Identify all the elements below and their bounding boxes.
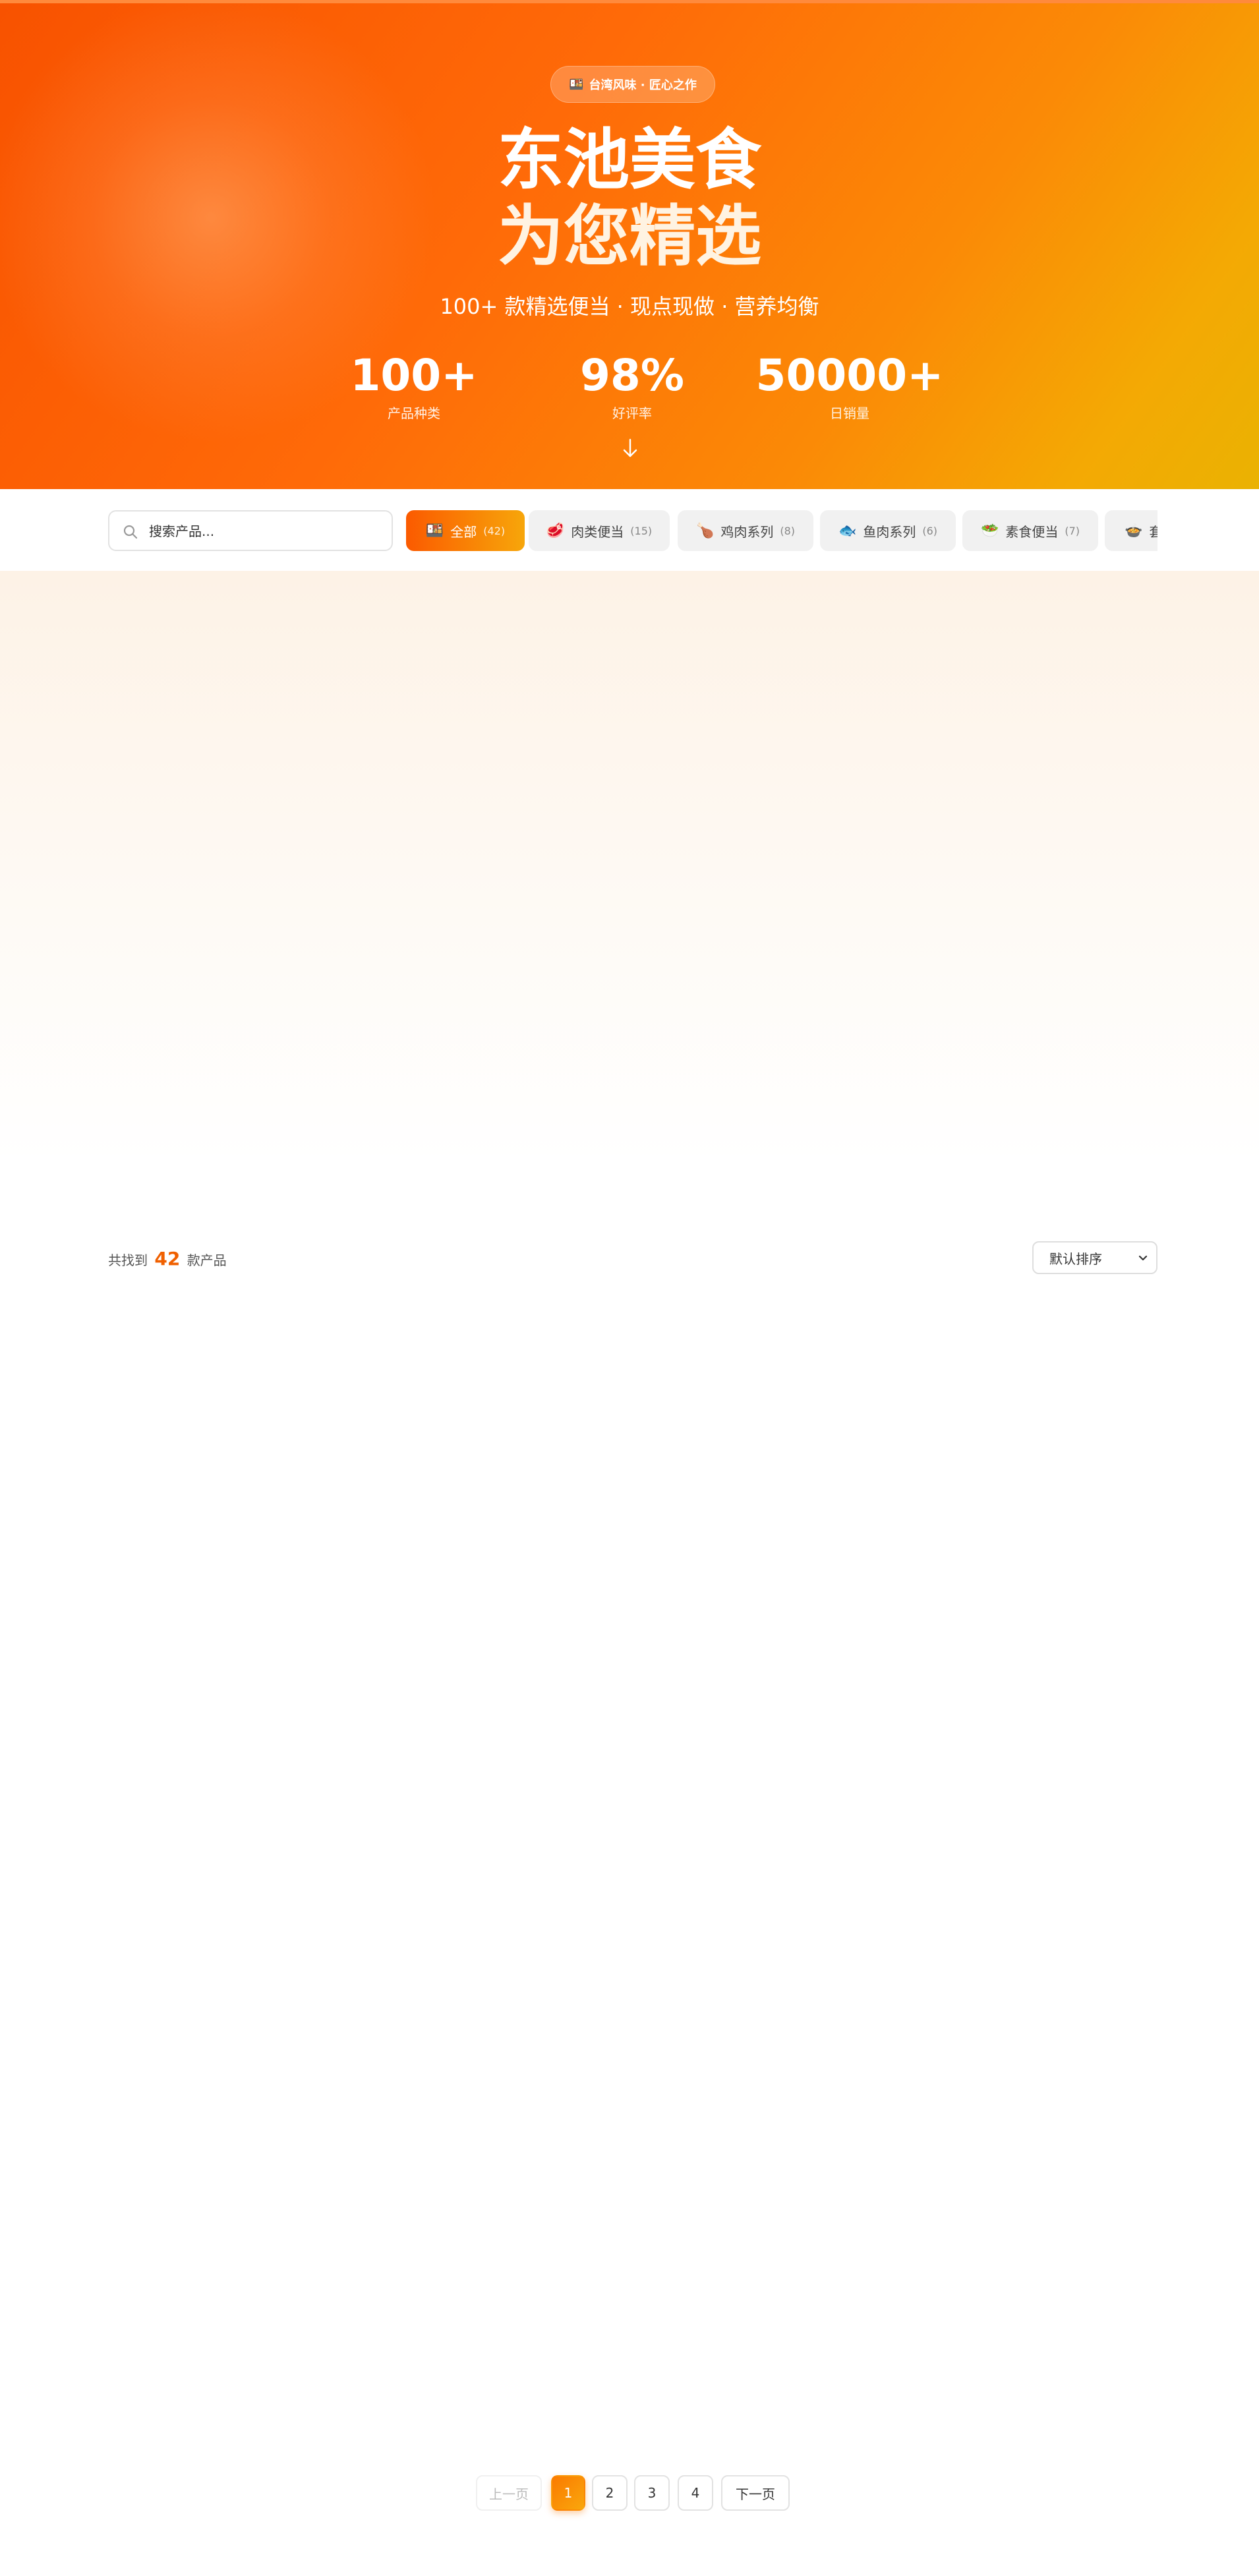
hero-subtitle: 100+ 款精选便当 · 现点现做 · 营养均衡 (440, 294, 819, 319)
arrow-down-icon[interactable] (623, 438, 637, 458)
result-suffix: 款产品 (187, 1252, 227, 1268)
meat-icon: 🥩 (546, 522, 565, 539)
stat-label: 好评率 (612, 405, 652, 421)
hero-title-line1: 东池美食 (498, 121, 761, 198)
hero-title-line2: 为您精选 (498, 198, 761, 275)
hero-title: 东池美食 为您精选 (0, 122, 1259, 275)
chicken-leg-icon: 🍗 (695, 522, 715, 539)
stat-value: 98% (580, 350, 684, 401)
result-prefix: 共找到 (108, 1252, 148, 1268)
category-count: (8) (780, 524, 796, 537)
sort-select[interactable]: 默认排序 (1032, 1241, 1157, 1274)
category-count: (6) (922, 524, 938, 537)
hero-section: 🍱 台湾风味 · 匠心之作 东池美食 为您精选 100+ 款精选便当 · 现点现… (0, 0, 1259, 489)
category-label: 全部 (450, 523, 477, 540)
bento-icon: 🍱 (425, 522, 444, 539)
category-tab-meat[interactable]: 🥩 肉类便当 (15) (529, 510, 670, 551)
category-label: 素食便当 (1005, 523, 1059, 540)
bento-icon: 🍱 (569, 77, 584, 92)
hero-badge-text: 台湾风味 · 匠心之作 (589, 78, 697, 92)
content-banner (0, 571, 1259, 1164)
search-box (108, 510, 393, 551)
fish-icon: 🐟 (838, 522, 857, 539)
category-count: (7) (1065, 524, 1080, 537)
result-count: 共找到 42 款产品 (108, 1248, 227, 1270)
category-count: (15) (630, 524, 653, 537)
page-button-4[interactable]: 4 (678, 2475, 713, 2511)
stat-label: 日销量 (830, 405, 869, 421)
hero-top-line (0, 0, 1259, 3)
category-label: 套 (1149, 521, 1157, 541)
stat-label: 产品种类 (388, 405, 440, 421)
category-tab-chicken[interactable]: 🍗 鸡肉系列 (8) (678, 510, 813, 551)
category-label: 鸡肉系列 (720, 523, 774, 540)
stat-daily-sales: 50000+ 日销量 (751, 346, 949, 422)
filter-bar: 🍱 全部 (42) 🥩 肉类便当 (15) 🍗 鸡肉系列 (8) 🐟 鱼肉系列 … (0, 489, 1259, 571)
stat-products: 100+ 产品种类 (315, 346, 513, 422)
category-tab-all[interactable]: 🍱 全部 (42) (406, 510, 525, 551)
category-tab-fish[interactable]: 🐟 鱼肉系列 (6) (820, 510, 956, 551)
category-label: 鱼肉系列 (863, 523, 916, 540)
salad-icon: 🥗 (980, 522, 999, 539)
result-number: 42 (154, 1248, 181, 1270)
stat-value: 100+ (350, 350, 478, 401)
stat-value: 50000+ (755, 350, 944, 401)
category-tab-vegetarian[interactable]: 🥗 素食便当 (7) (962, 510, 1098, 551)
prev-page-button[interactable]: 上一页 (476, 2475, 542, 2511)
sort-selected-value: 默认排序 (1049, 1250, 1102, 1267)
category-tab-set[interactable]: 🍲 套 (1105, 510, 1157, 551)
category-tabs: 🍱 全部 (42) 🥩 肉类便当 (15) 🍗 鸡肉系列 (8) 🐟 鱼肉系列 … (406, 510, 1157, 551)
hero-badge: 🍱 台湾风味 · 匠心之作 (550, 66, 715, 103)
category-count: (42) (483, 524, 506, 537)
chevron-down-icon (1138, 1255, 1148, 1261)
search-input[interactable] (148, 519, 381, 543)
search-icon (123, 525, 138, 539)
category-label: 肉类便当 (571, 523, 624, 540)
stat-rating: 98% 好评率 (533, 346, 731, 422)
pot-icon: 🍲 (1125, 522, 1143, 539)
page-button-3[interactable]: 3 (634, 2475, 670, 2511)
next-page-button[interactable]: 下一页 (721, 2475, 790, 2511)
page-button-2[interactable]: 2 (592, 2475, 628, 2511)
page-button-1[interactable]: 1 (551, 2475, 585, 2511)
